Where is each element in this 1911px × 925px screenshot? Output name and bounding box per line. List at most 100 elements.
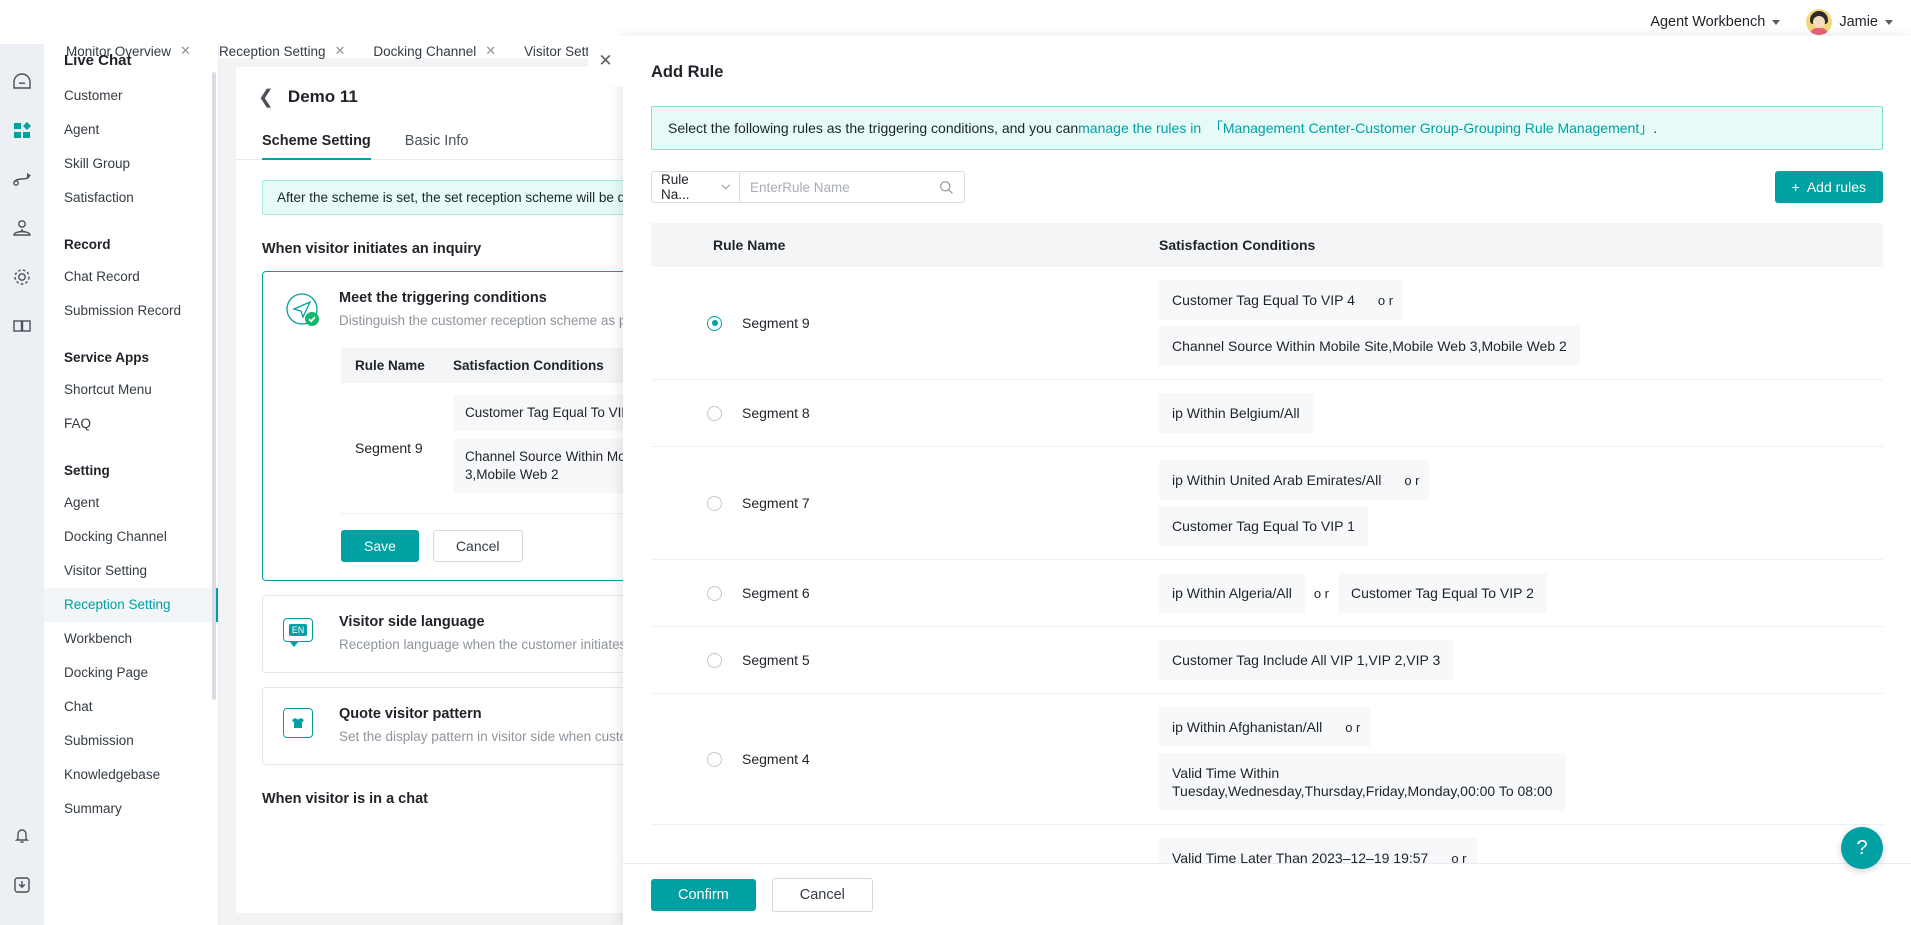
sidebar-group-service-apps: Service Apps — [64, 350, 150, 365]
tab-scheme-setting[interactable]: Scheme Setting — [262, 133, 371, 160]
close-icon[interactable]: ✕ — [485, 43, 496, 59]
sidebar-item-submission-record[interactable]: Submission Record — [44, 294, 218, 328]
table-row[interactable]: Segment 9 Customer Tag Equal To VIP 4 o … — [651, 267, 1883, 380]
drawer-filter-row: Rule Na... + Add rules — [623, 150, 1911, 203]
language-icon: EN — [283, 614, 323, 654]
back-icon[interactable]: ❮ — [258, 88, 274, 107]
cell-rule-name: Segment 7 — [742, 495, 810, 511]
condition-chip: Channel Source Within Mobile Site,Mobile… — [1159, 326, 1580, 366]
download-icon[interactable] — [0, 860, 44, 909]
tab-monitor-overview[interactable]: Monitor Overview ✕ — [52, 36, 205, 66]
close-icon[interactable]: ✕ — [180, 43, 191, 59]
sidebar-item-agent[interactable]: Agent — [44, 113, 218, 147]
save-button[interactable]: Save — [341, 530, 419, 562]
condition-chip: ip Within United Arab Emirates/All — [1159, 460, 1395, 500]
close-icon[interactable]: ✕ — [335, 43, 346, 59]
management-center-link[interactable]: 「Management Center-Customer Group-Groupi… — [1209, 120, 1653, 136]
sidebar-item-customer[interactable]: Customer — [44, 79, 218, 113]
cancel-button[interactable]: Cancel — [432, 530, 523, 562]
search-input[interactable] — [750, 179, 930, 195]
sidebar-item-setting-agent[interactable]: Agent — [44, 486, 218, 520]
table-row[interactable]: Segment 6 ip Within Algeria/All o r Cust… — [651, 560, 1883, 627]
tab-docking-channel[interactable]: Docking Channel ✕ — [359, 36, 510, 66]
apps-icon[interactable] — [0, 105, 44, 154]
cell-rule-name: Segment 9 — [355, 440, 423, 456]
sidebar-item-chat-record[interactable]: Chat Record — [44, 260, 218, 294]
sidebar-scrollbar[interactable] — [212, 72, 216, 700]
table-row[interactable]: Segment 8 ip Within Belgium/All — [651, 380, 1883, 447]
or-separator: o r — [1313, 585, 1329, 601]
condition-chip: Valid Time Later Than 2023–12–19 19:57 — [1159, 838, 1442, 863]
condition-chip: Customer Tag Equal To VIP 1 — [1159, 506, 1368, 546]
add-rules-button[interactable]: + Add rules — [1774, 171, 1883, 203]
question-mark-icon: ? — [1856, 836, 1868, 859]
secondary-sidebar: Live Chat Customer Agent Skill Group Sat… — [44, 36, 219, 925]
tab-label: Docking Channel — [373, 43, 477, 59]
table-row[interactable]: Segment 7 ip Within United Arab Emirates… — [651, 447, 1883, 560]
close-drawer-icon[interactable]: ✕ — [588, 36, 623, 86]
table-header-row: Rule Name Satisfaction Conditions — [651, 223, 1883, 267]
sidebar-item-workbench[interactable]: Workbench — [44, 622, 218, 656]
row-radio[interactable] — [707, 751, 722, 767]
tab-basic-info[interactable]: Basic Info — [405, 133, 469, 159]
row-radio[interactable] — [707, 405, 722, 421]
search-box[interactable] — [739, 171, 965, 203]
bell-icon[interactable] — [0, 811, 44, 860]
sidebar-item-summary[interactable]: Summary — [44, 792, 218, 826]
sidebar-item-satisfaction[interactable]: Satisfaction — [44, 181, 218, 215]
row-radio[interactable] — [707, 495, 722, 511]
user-menu[interactable]: Jamie — [1806, 9, 1893, 35]
sidebar-item-visitor-setting[interactable]: Visitor Setting — [44, 554, 218, 588]
sidebar-group-setting: Setting — [64, 463, 110, 478]
drawer-title: Add Rule — [651, 63, 724, 81]
chevron-down-icon — [1885, 19, 1893, 25]
help-button[interactable]: ? — [1841, 827, 1883, 869]
tab-label: Monitor Overview — [66, 43, 172, 59]
search-icon[interactable] — [939, 180, 954, 195]
table-row[interactable]: Segment 3 Valid Time Later Than 2023–12–… — [651, 825, 1883, 863]
condition-chip: Customer Tag Include All VIP 1,VIP 2,VIP… — [1159, 640, 1454, 680]
sidebar-item-skill-group[interactable]: Skill Group — [44, 147, 218, 181]
card-subtitle: Set the display pattern in visitor side … — [339, 729, 672, 744]
notice-prefix: Select the following rules as the trigge… — [668, 120, 1079, 136]
or-separator: o r — [1367, 280, 1404, 320]
sidebar-item-reception-setting[interactable]: Reception Setting — [44, 588, 218, 622]
table-row[interactable]: Segment 4 ip Within Afghanistan/All o r … — [651, 694, 1883, 825]
drawer-cancel-button[interactable]: Cancel — [771, 877, 873, 912]
agent-workbench-label: Agent Workbench — [1650, 14, 1766, 30]
manage-rules-link[interactable]: manage the rules in — [1078, 120, 1201, 136]
sidebar-item-knowledgebase[interactable]: Knowledgebase — [44, 758, 218, 792]
notice-suffix: . — [1653, 120, 1658, 136]
tab-reception-setting[interactable]: Reception Setting ✕ — [205, 36, 359, 66]
sidebar-group-record: Record — [64, 237, 111, 252]
sidebar-item-docking-page[interactable]: Docking Page — [44, 656, 218, 690]
avatar — [1806, 9, 1833, 35]
book-icon[interactable] — [0, 301, 44, 350]
cell-rule-name: Segment 6 — [742, 585, 810, 601]
confirm-button[interactable]: Confirm — [651, 878, 756, 911]
row-radio[interactable] — [707, 315, 722, 331]
plus-icon: + — [1791, 179, 1800, 195]
add-rules-label: Add rules — [1806, 179, 1866, 195]
cell-rule-name: Segment 9 — [742, 315, 810, 331]
row-radio[interactable] — [707, 585, 722, 601]
gear-icon[interactable] — [0, 252, 44, 301]
add-rule-drawer: ✕ Add Rule Select the following rules as… — [588, 36, 1911, 925]
condition-chip: Valid Time Within Tuesday,Wednesday,Thur… — [1159, 753, 1566, 811]
agent-workbench-menu[interactable]: Agent Workbench — [1650, 14, 1781, 30]
flow-icon[interactable] — [0, 154, 44, 203]
rule-name-select[interactable]: Rule Na... — [651, 171, 739, 203]
sidebar-item-shortcut-menu[interactable]: Shortcut Menu — [44, 373, 218, 407]
card-subtitle: Distinguish the customer reception schem… — [339, 313, 672, 328]
drawer-notice: Select the following rules as the trigge… — [651, 106, 1883, 150]
table-row[interactable]: Segment 5 Customer Tag Include All VIP 1… — [651, 627, 1883, 694]
sidebar-item-submission[interactable]: Submission — [44, 724, 218, 758]
home-icon[interactable] — [0, 56, 44, 105]
or-separator: o r — [1335, 707, 1371, 747]
sidebar-item-chat[interactable]: Chat — [44, 690, 218, 724]
sidebar-item-faq[interactable]: FAQ — [44, 407, 218, 441]
visitor-icon[interactable] — [0, 203, 44, 252]
sidebar-item-docking-channel[interactable]: Docking Channel — [44, 520, 218, 554]
row-radio[interactable] — [707, 652, 722, 668]
column-header-rule-name: Rule Name — [355, 358, 425, 373]
